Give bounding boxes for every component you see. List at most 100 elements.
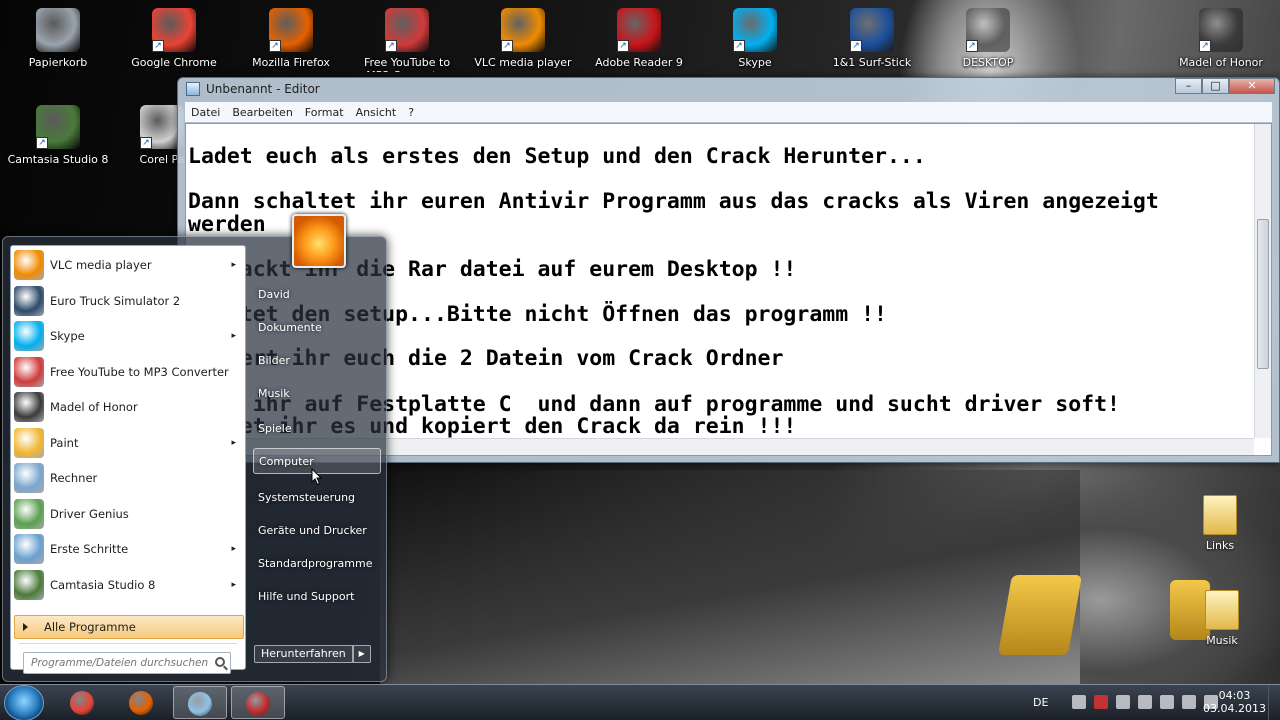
shortcut-arrow-icon: ↗ [501, 40, 513, 52]
places-item-geräte-und-drucker[interactable]: Geräte und Drucker [253, 517, 381, 543]
program-item-medal-of-honor[interactable]: Madel of Honor [14, 390, 242, 424]
skype-icon: ↗ [733, 8, 777, 52]
desktop-icon-surf-stick[interactable]: ↗ 1&1 Surf-Stick [820, 0, 924, 69]
program-item-skype[interactable]: Skype ▸ [14, 319, 242, 353]
desktop-icon-medal-of-honor[interactable]: ↗ Madel of Honor [1169, 0, 1273, 69]
taskbar-button-chrome[interactable] [56, 686, 110, 719]
folder-musik[interactable]: Musik [1192, 590, 1252, 647]
desktop-icon-label: Mozilla Firefox [252, 56, 330, 69]
program-label: Skype [50, 329, 85, 343]
desktop-icon-adobe-reader[interactable]: ↗ Adobe Reader 9 [587, 0, 691, 69]
all-programs-label: Alle Programme [44, 620, 136, 634]
places-item-standardprogramme[interactable]: Standardprogramme [253, 550, 381, 576]
show-desktop-button[interactable] [1268, 685, 1280, 720]
program-item-driver-genius[interactable]: Driver Genius [14, 497, 242, 531]
power-tray-icon[interactable] [1182, 695, 1196, 709]
medal-of-honor-icon: ↗ [1199, 8, 1243, 52]
program-item-paint[interactable]: Paint ▸ [14, 426, 242, 460]
network-tray-icon[interactable] [1072, 695, 1086, 709]
desktop-icon-skype[interactable]: ↗ Skype [703, 0, 807, 69]
shutdown-button[interactable]: Herunterfahren [254, 645, 353, 663]
submenu-arrow-icon[interactable]: ▸ [231, 438, 236, 448]
editor-line: werden [188, 212, 266, 237]
menu-datei[interactable]: Datei [185, 106, 226, 119]
program-item-truck[interactable]: Euro Truck Simulator 2 [14, 284, 242, 318]
flag-tray-icon[interactable] [1138, 695, 1152, 709]
places-item-bilder[interactable]: Bilder [253, 347, 381, 373]
taskbar-button-notepad[interactable] [173, 686, 227, 719]
user-picture[interactable] [292, 214, 346, 268]
places-item-dokumente[interactable]: Dokumente [253, 314, 381, 340]
programs-pane: VLC media player ▸ Euro Truck Simulator 2 S… [10, 245, 246, 674]
clock[interactable]: 04:03 03.04.2013 [1203, 689, 1266, 715]
shortcut-arrow-icon: ↗ [966, 40, 978, 52]
places-item-musik[interactable]: Musik [253, 380, 381, 406]
taskbar-button-firefox[interactable] [115, 686, 169, 719]
mouse-cursor-icon [311, 468, 323, 486]
taskbar: DE 04:03 03.04.2013 [0, 684, 1280, 720]
firefox-icon: ↗ [269, 8, 313, 52]
menu-ansicht[interactable]: Ansicht [350, 106, 403, 119]
shortcut-arrow-icon: ↗ [152, 40, 164, 52]
places-item-systemsteuerung[interactable]: Systemsteuerung [253, 484, 381, 510]
places-item-david[interactable]: David [253, 281, 381, 307]
program-label: Free YouTube to MP3 Converter [50, 364, 229, 379]
shortcut-arrow-icon: ↗ [1199, 40, 1211, 52]
skype-icon [14, 321, 44, 351]
desktop-icon-label: DESKTOP [962, 56, 1014, 69]
program-item-camtasia[interactable]: Camtasia Studio 8 ▸ [14, 568, 242, 602]
desktop-icon-youtube-mp3[interactable]: ↗ Free YouTube to MP3 Converter [355, 0, 459, 72]
submenu-arrow-icon[interactable]: ▸ [231, 331, 236, 341]
monitor-tray-icon[interactable] [1160, 695, 1174, 709]
shortcut-arrow-icon: ↗ [733, 40, 745, 52]
menu-format[interactable]: Format [299, 106, 350, 119]
maximize-button[interactable]: □ [1202, 78, 1229, 94]
editor-line: Dann schaltet ihr euren Antivir Programm… [188, 189, 1159, 214]
antivirus-tray-icon[interactable] [1094, 695, 1108, 709]
search-input[interactable] [31, 657, 211, 669]
submenu-arrow-icon[interactable]: ▸ [231, 544, 236, 554]
program-label: Rechner [50, 471, 98, 485]
desktop-icon-chrome[interactable]: ↗ Google Chrome [122, 0, 226, 69]
start-button[interactable] [4, 685, 44, 720]
menu-bearbeiten[interactable]: Bearbeiten [226, 106, 298, 119]
all-programs-button[interactable]: Alle Programme [14, 615, 244, 639]
shutdown-options-icon[interactable]: ▶ [352, 645, 371, 663]
folder-links[interactable]: Links [1190, 495, 1250, 552]
shield-tray-icon[interactable] [1116, 695, 1130, 709]
desktop-icon-vlc[interactable]: ↗ VLC media player [471, 0, 575, 69]
close-button[interactable]: ✕ [1229, 78, 1275, 94]
search-box[interactable] [23, 652, 231, 674]
shortcut-arrow-icon: ↗ [269, 40, 281, 52]
desktop-icon-recycle-bin[interactable]: Papierkorb [6, 0, 110, 69]
window-title-bar[interactable]: Unbenannt - Editor [186, 78, 320, 100]
program-label: Euro Truck Simulator 2 [50, 293, 181, 308]
program-item-getting-started[interactable]: Erste Schritte ▸ [14, 532, 242, 566]
scroll-thumb[interactable] [1257, 219, 1269, 369]
camtasia-icon [14, 569, 44, 600]
taskbar-button-camtasia[interactable] [231, 686, 285, 719]
vertical-scrollbar[interactable] [1254, 124, 1271, 438]
desktop-icon-camtasia[interactable]: ↗ Camtasia Studio 8 [6, 97, 110, 166]
calculator-icon [14, 463, 44, 493]
submenu-arrow-icon[interactable]: ▸ [231, 260, 236, 270]
desktop-icon-desktop-shortcut[interactable]: ↗ DESKTOP [936, 0, 1040, 69]
start-menu: VLC media player ▸ Euro Truck Simulator 2 S… [2, 214, 387, 682]
program-item-youtube-mp3[interactable]: Free YouTube to MP3 Converter [14, 355, 242, 389]
language-indicator[interactable]: DE [1033, 696, 1048, 709]
desktop-icon-firefox[interactable]: ↗ Mozilla Firefox [239, 0, 343, 69]
minimize-button[interactable]: – [1175, 78, 1202, 94]
triangle-right-icon [23, 623, 28, 631]
search-icon[interactable] [215, 657, 225, 667]
program-item-vlc[interactable]: VLC media player ▸ [14, 248, 242, 282]
wallpaper-heel [997, 575, 1083, 655]
submenu-arrow-icon[interactable]: ▸ [231, 580, 236, 590]
folder-label: Musik [1206, 634, 1238, 647]
desktop-icon-label: Google Chrome [131, 56, 217, 69]
menu-help[interactable]: ? [402, 106, 420, 119]
places-item-hilfe-und-support[interactable]: Hilfe und Support [253, 583, 381, 609]
program-item-calculator[interactable]: Rechner [14, 461, 242, 495]
places-item-spiele[interactable]: Spiele [253, 415, 381, 441]
desktop-icon-label: 1&1 Surf-Stick [832, 56, 912, 69]
camtasia-recorder-icon [246, 692, 270, 716]
